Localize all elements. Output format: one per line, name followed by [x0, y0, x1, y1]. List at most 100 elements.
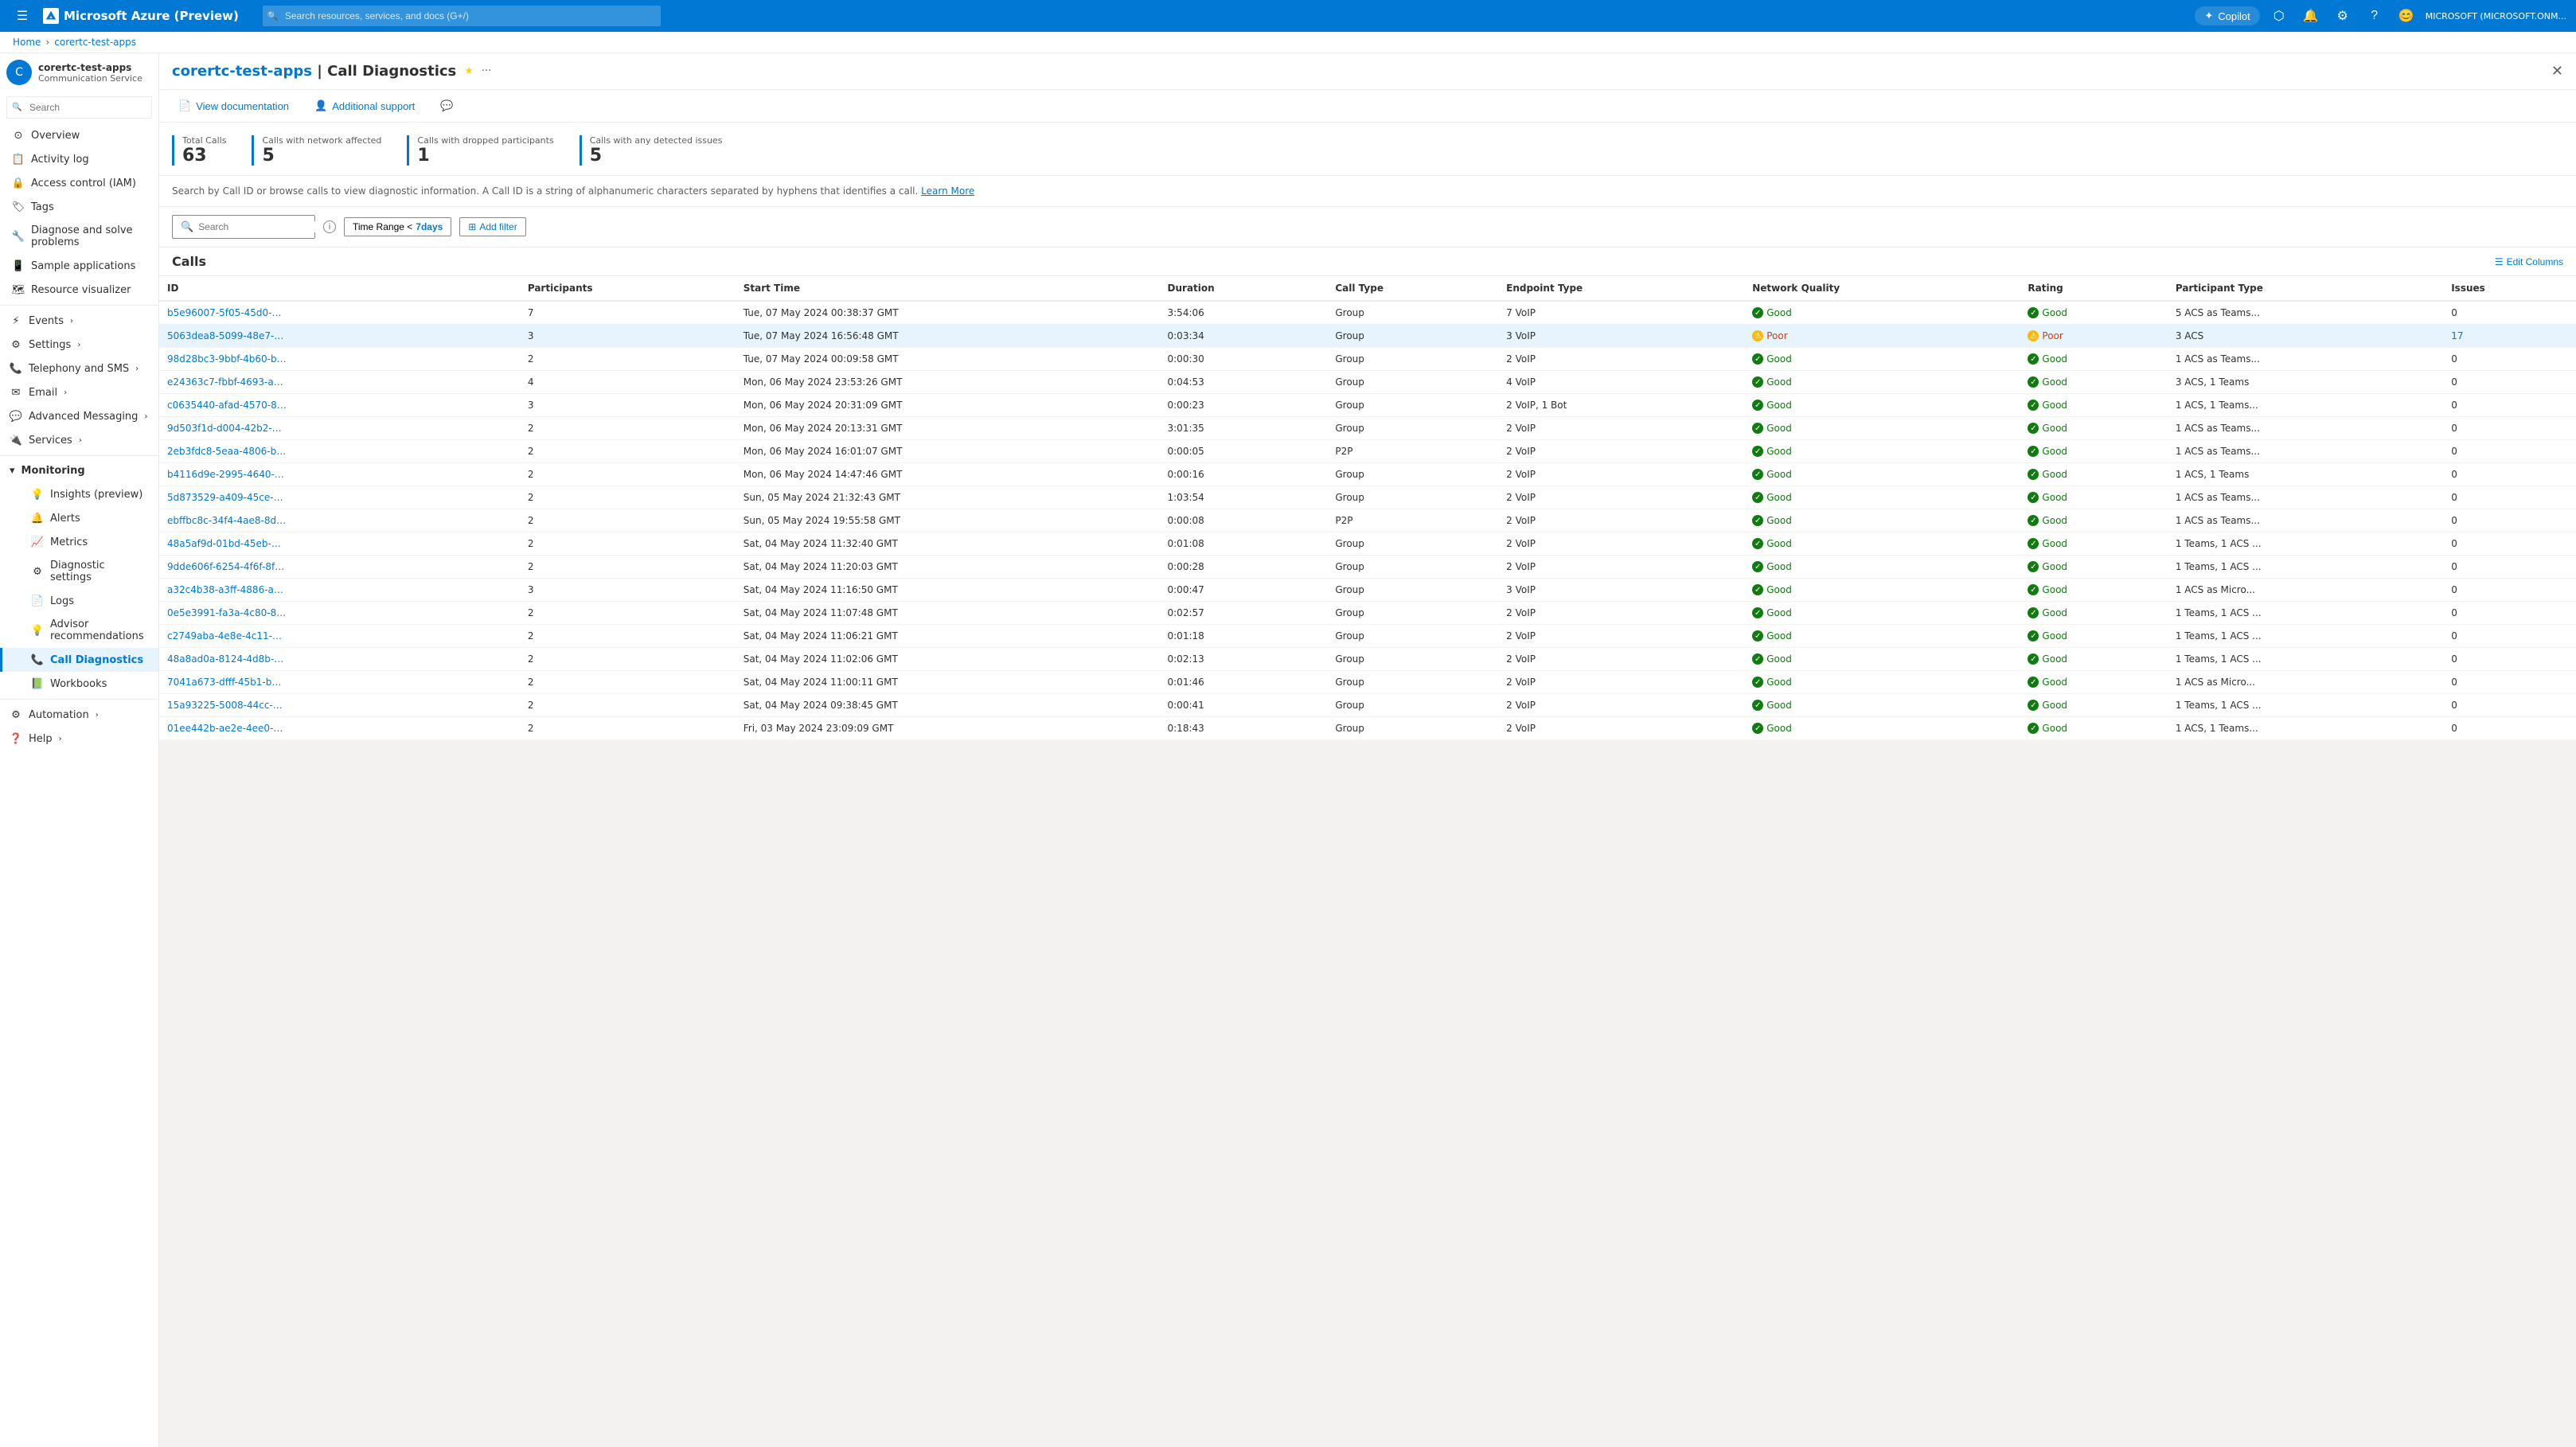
sidebar-group-telephony[interactable]: 📞 Telephony and SMS ›	[0, 357, 158, 380]
table-row[interactable]: b4116d9e-2995-4640-a1d9-c9529d4ebc 2 Mon…	[159, 463, 2576, 486]
table-row[interactable]: b5e96007-5f05-45d0-ac36-a63aee6ac02 7 Tu…	[159, 301, 2576, 325]
call-id-link[interactable]: 15a93225-5008-44cc-a8fc-4aca58e1e30r	[167, 700, 287, 711]
close-button[interactable]: ✕	[2551, 63, 2563, 80]
cell-participant-type: 1 Teams, 1 ACS ...	[2168, 625, 2443, 648]
table-row[interactable]: c0635440-afad-4570-8284-68ada0a614b 3 Mo…	[159, 394, 2576, 417]
sidebar-resource-icon: C	[6, 60, 32, 85]
call-id-link[interactable]: ebffbc8c-34f4-4ae8-8dd8-01d41511997f	[167, 515, 287, 526]
sidebar-search-input[interactable]	[6, 96, 152, 119]
call-id-link[interactable]: 48a5af9d-01bd-45eb-93dc-a77219267et	[167, 538, 287, 549]
sidebar-item-overview[interactable]: ⊙ Overview	[0, 123, 158, 147]
notifications-button[interactable]: 🔔	[2298, 3, 2324, 29]
sidebar-item-metrics[interactable]: 📈 Metrics	[0, 530, 158, 554]
sidebar-item-insights[interactable]: 💡 Insights (preview)	[0, 482, 158, 506]
azure-logo: Microsoft Azure (Preview)	[43, 8, 239, 24]
call-id-link[interactable]: 7041a673-dfff-45b1-b61f-048873091dee	[167, 677, 287, 688]
search-filter-input[interactable]	[198, 221, 322, 232]
sidebar-item-access-control[interactable]: 🔒 Access control (IAM)	[0, 171, 158, 195]
table-row[interactable]: 48a8ad0a-8124-4d8b-9d2f-c20d56e8a4t 2 Sa…	[159, 648, 2576, 671]
sidebar-group-services[interactable]: 🔌 Services ›	[0, 428, 158, 452]
sidebar-item-alerts[interactable]: 🔔 Alerts	[0, 506, 158, 530]
search-info-icon[interactable]: i	[323, 220, 336, 233]
feedback-button[interactable]: 😊	[2394, 3, 2419, 29]
network-quality-badge: Good	[1752, 400, 2012, 411]
cell-endpoint-type: 2 VoIP	[1498, 532, 1744, 556]
table-row[interactable]: 2eb3fdc8-5eaa-4806-b9c7-05c8e7b6c89 2 Mo…	[159, 440, 2576, 463]
sidebar-item-workbooks[interactable]: 📗 Workbooks	[0, 672, 158, 696]
sidebar-group-monitoring[interactable]: ▾ Monitoring	[0, 459, 158, 482]
add-filter-button[interactable]: ⊞ Add filter	[459, 217, 525, 236]
call-id-link[interactable]: c2749aba-4e8e-4c11-b604-9f056c5ebb1	[167, 630, 287, 642]
cell-duration: 0:00:47	[1160, 579, 1328, 602]
table-row[interactable]: e24363c7-fbbf-4693-aac6-3d6f9c0291a8 4 M…	[159, 371, 2576, 394]
cell-participants: 2	[520, 625, 736, 648]
call-id-link[interactable]: b5e96007-5f05-45d0-ac36-a63aee6ac02	[167, 307, 287, 318]
feedback-toolbar-button[interactable]: 💬	[434, 96, 459, 115]
call-id-link[interactable]: c0635440-afad-4570-8284-68ada0a614b	[167, 400, 287, 411]
call-id-link[interactable]: a32c4b38-a3ff-4886-a8a1-2b63c61b4e9	[167, 584, 287, 595]
sidebar-item-diagnose[interactable]: 🔧 Diagnose and solve problems	[0, 219, 158, 254]
table-row[interactable]: 9dde606f-6254-4f6f-8fa3-34f49531d172 2 S…	[159, 556, 2576, 579]
time-range-filter[interactable]: Time Range < 7days	[344, 217, 451, 236]
breadcrumb-resource[interactable]: corertc-test-apps	[54, 37, 136, 48]
call-id-link[interactable]: 9dde606f-6254-4f6f-8fa3-34f49531d172	[167, 561, 287, 572]
table-row[interactable]: 9d503f1d-d004-42b2-8b71-e0ac9fe660f 2 Mo…	[159, 417, 2576, 440]
table-row[interactable]: 5d873529-a409-45ce-87d4-baa0f9a5720 2 Su…	[159, 486, 2576, 509]
sidebar-item-call-diagnostics[interactable]: 📞 Call Diagnostics	[0, 648, 158, 672]
cell-start-time: Tue, 07 May 2024 16:56:48 GMT	[736, 325, 1160, 348]
table-row[interactable]: 01ee442b-ae2e-4ee0-bd10-ab008f3eeek 2 Fr…	[159, 717, 2576, 740]
sidebar-item-logs[interactable]: 📄 Logs	[0, 589, 158, 613]
help-button[interactable]: ?	[2362, 3, 2387, 29]
view-documentation-button[interactable]: 📄 View documentation	[172, 96, 295, 115]
additional-support-button[interactable]: 👤 Additional support	[308, 96, 421, 115]
breadcrumb-home[interactable]: Home	[13, 37, 41, 48]
call-id-link[interactable]: 48a8ad0a-8124-4d8b-9d2f-c20d56e8a4t	[167, 653, 287, 665]
table-row[interactable]: 98d28bc3-9bbf-4b60-be72-bf14488a764 2 Tu…	[159, 348, 2576, 371]
hamburger-menu-button[interactable]: ☰	[10, 3, 35, 29]
cell-call-type: Group	[1327, 579, 1498, 602]
call-id-link[interactable]: 5063dea8-5099-48e7-a6b7-0d44b055cb	[167, 330, 287, 341]
call-id-link[interactable]: b4116d9e-2995-4640-a1d9-c9529d4ebc	[167, 469, 287, 480]
cell-network-quality: Good	[1744, 440, 2020, 463]
call-id-link[interactable]: 9d503f1d-d004-42b2-8b71-e0ac9fe660f	[167, 423, 287, 434]
sidebar-group-events[interactable]: ⚡ Events ›	[0, 309, 158, 333]
sidebar-group-email[interactable]: ✉ Email ›	[0, 380, 158, 404]
settings-button[interactable]: ⚙	[2330, 3, 2355, 29]
sidebar-group-automation[interactable]: ⚙ Automation ›	[0, 703, 158, 727]
table-row[interactable]: 7041a673-dfff-45b1-b61f-048873091dee 2 S…	[159, 671, 2576, 694]
sidebar-item-sample-apps[interactable]: 📱 Sample applications	[0, 254, 158, 278]
table-row[interactable]: 15a93225-5008-44cc-a8fc-4aca58e1e30r 2 S…	[159, 694, 2576, 717]
table-row[interactable]: c2749aba-4e8e-4c11-b604-9f056c5ebb1 2 Sa…	[159, 625, 2576, 648]
sidebar-item-advisor-recommendations[interactable]: 💡 Advisor recommendations	[0, 613, 158, 648]
call-id-link[interactable]: 2eb3fdc8-5eaa-4806-b9c7-05c8e7b6c89	[167, 446, 287, 457]
more-options-icon[interactable]: ···	[482, 65, 491, 77]
call-id-link[interactable]: 5d873529-a409-45ce-87d4-baa0f9a5720	[167, 492, 287, 503]
call-id-link[interactable]: 98d28bc3-9bbf-4b60-be72-bf14488a764	[167, 353, 287, 365]
cell-endpoint-type: 2 VoIP	[1498, 694, 1744, 717]
edit-columns-button[interactable]: ☰ Edit Columns	[2495, 256, 2563, 267]
sidebar-item-activity-log[interactable]: 📋 Activity log	[0, 147, 158, 171]
sidebar-item-resource-visualizer[interactable]: 🗺 Resource visualizer	[0, 278, 158, 302]
learn-more-link[interactable]: Learn More	[921, 185, 974, 197]
stat-network-affected-value: 5	[262, 146, 381, 166]
table-row[interactable]: 48a5af9d-01bd-45eb-93dc-a77219267et 2 Sa…	[159, 532, 2576, 556]
call-id-link[interactable]: 01ee442b-ae2e-4ee0-bd10-ab008f3eeek	[167, 723, 287, 734]
sidebar-group-advanced-messaging[interactable]: 💬 Advanced Messaging ›	[0, 404, 158, 428]
cloud-shell-button[interactable]: ⬡	[2266, 3, 2292, 29]
call-id-link[interactable]: 0e5e3991-fa3a-4c80-87e1-acec4a7a9d7f	[167, 607, 287, 618]
table-row[interactable]: ebffbc8c-34f4-4ae8-8dd8-01d41511997f 2 S…	[159, 509, 2576, 532]
sidebar-group-settings[interactable]: ⚙ Settings ›	[0, 333, 158, 357]
sidebar-item-diagnostic-settings[interactable]: ⚙ Diagnostic settings	[0, 554, 158, 589]
copilot-button[interactable]: ✦ Copilot	[2195, 6, 2259, 25]
table-row[interactable]: 0e5e3991-fa3a-4c80-87e1-acec4a7a9d7f 2 S…	[159, 602, 2576, 625]
network-quality-badge: Good	[1752, 630, 2012, 642]
table-row[interactable]: 5063dea8-5099-48e7-a6b7-0d44b055cb 3 Tue…	[159, 325, 2576, 348]
cell-network-quality: Good	[1744, 556, 2020, 579]
topbar-search-input[interactable]	[263, 6, 661, 26]
sidebar-group-help[interactable]: ❓ Help ›	[0, 727, 158, 751]
call-id-link[interactable]: e24363c7-fbbf-4693-aac6-3d6f9c0291a8	[167, 376, 287, 388]
favorite-star-icon[interactable]: ★	[464, 65, 474, 77]
table-row[interactable]: a32c4b38-a3ff-4886-a8a1-2b63c61b4e9 3 Sa…	[159, 579, 2576, 602]
issues-value[interactable]: 17	[2451, 330, 2463, 341]
sidebar-item-tags[interactable]: 🏷 Tags	[0, 195, 158, 219]
